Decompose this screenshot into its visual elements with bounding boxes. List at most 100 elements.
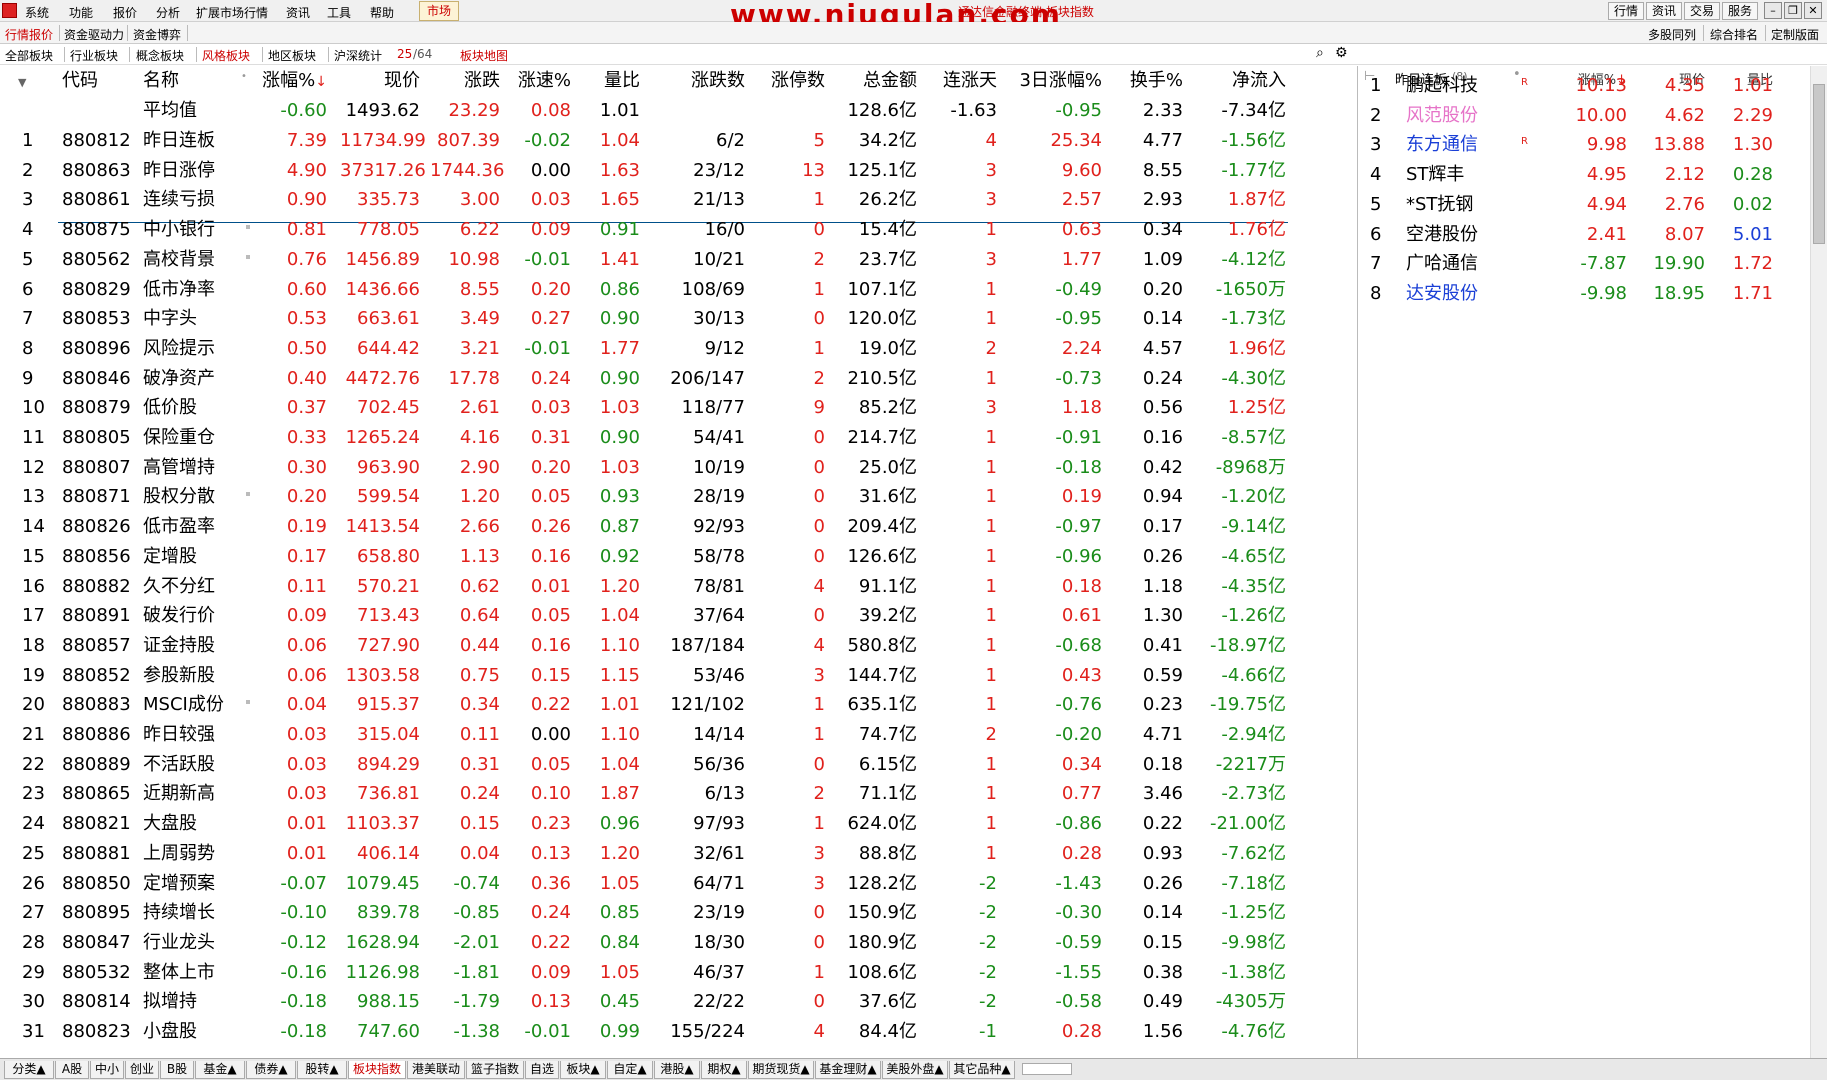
bottom-tab[interactable]: 港股▲ [654,1061,700,1079]
tab-industry-boards[interactable]: 行业板块 [70,47,118,64]
table-row[interactable]: 27 880895 持续增长 -0.10 839.78 -0.85 0.24 0.85 23/1… [0,898,1357,928]
col-updown[interactable]: 涨跌数 [655,70,745,92]
tab-quotes[interactable]: 行情报价 [5,26,53,43]
top-button-quotes[interactable]: 行情 [1608,2,1644,20]
tab-fund-game[interactable]: 资金博弈 [133,26,181,43]
table-row[interactable]: 13 880871 股权分散 0.20 599.54 1.20 0.05 0.93 28/19 0… [0,482,1357,512]
tab-region-boards[interactable]: 地区板块 [268,47,316,64]
tab-shsz-stats[interactable]: 沪深统计 [334,47,382,64]
col-turnover[interactable]: 换手% [1105,70,1183,92]
bottom-tab[interactable]: 其它品种▲ [949,1061,1015,1079]
bottom-tab[interactable]: 板块指数 [348,1061,406,1079]
col-name[interactable]: 名称 [143,70,179,92]
bottom-tab[interactable]: 创业 [125,1061,159,1079]
table-row[interactable]: 5 880562 高校背景 0.76 1456.89 10.98 -0.01 1.41 10/2… [0,245,1357,275]
menu-item-help[interactable]: 帮助 [370,4,394,21]
table-row[interactable]: 22 880889 不活跃股 0.03 894.29 0.31 0.05 1.04 56/36 0… [0,750,1357,780]
bottom-tab[interactable]: 分类▲ [4,1061,54,1079]
gear-icon[interactable]: ⚙ [1335,45,1348,61]
table-row[interactable]: 3 880861 连续亏损 0.90 335.73 3.00 0.03 1.65 21/13 1 2… [0,185,1357,215]
col-code[interactable]: 代码 [62,70,98,92]
tab-board-map[interactable]: 板块地图 [460,47,508,64]
table-row[interactable]: 16 880882 久不分红 0.11 570.21 0.62 0.01 1.20 78/81 4… [0,572,1357,602]
table-row[interactable]: 18 880857 证金持股 0.06 727.90 0.44 0.16 1.10 187/18… [0,631,1357,661]
col-netflow[interactable]: 净流入 [1185,70,1286,92]
bottom-tab[interactable]: 自定▲ [607,1061,653,1079]
bottom-tab[interactable]: 基金理财▲ [815,1061,881,1079]
panel-row[interactable]: 5 *ST抚钢 4.94 2.76 0.02 [1358,190,1811,220]
col-price[interactable]: 现价 [340,70,420,92]
panel-row[interactable]: 6 空港股份 2.41 8.07 5.01 [1358,220,1811,250]
bottom-tab[interactable]: 美股外盘▲ [882,1061,948,1079]
tab-all-boards[interactable]: 全部板块 [5,47,53,64]
col-chg[interactable]: 涨幅%↓ [255,70,327,93]
bottom-tab[interactable]: 债券▲ [246,1061,296,1079]
table-row[interactable]: 11 880805 保险重仓 0.33 1265.24 4.16 0.31 0.90 54/41… [0,423,1357,453]
tab-concept-boards[interactable]: 概念板块 [136,47,184,64]
col-speed[interactable]: 涨速% [500,70,571,92]
bottom-tab[interactable]: 板块▲ [560,1061,606,1079]
panel-row[interactable]: 4 ST辉丰 4.95 2.12 0.28 [1358,160,1811,190]
table-row[interactable]: 2 880863 昨日涨停 4.90 37317.26 1744.36 0.00 1.63 23… [0,156,1357,186]
table-row[interactable]: 30 880814 拟增持 -0.18 988.15 -1.79 0.13 0.45 22/22… [0,987,1357,1017]
table-row[interactable]: 25 880881 上周弱势 0.01 406.14 0.04 0.13 1.20 32/61 3… [0,839,1357,869]
sort-menu-icon[interactable]: ▼ [18,72,26,94]
search-icon[interactable]: ⌕ [1316,45,1324,61]
bottom-tab[interactable]: 篮子指数 [466,1061,524,1079]
menu-item-quote[interactable]: 报价 [113,4,137,21]
panel-row[interactable]: 2 风范股份 10.00 4.62 2.29 [1358,101,1811,131]
col-amount[interactable]: 总金额 [825,70,917,92]
col-limitup[interactable]: 涨停数 [745,70,825,92]
col-days[interactable]: 连涨天 [920,70,997,92]
table-row[interactable]: 20 880883 MSCI成份 0.04 915.37 0.34 0.22 1.01 121/… [0,690,1357,720]
table-row[interactable]: 12 880807 高管增持 0.30 963.90 2.90 0.20 1.03 10/19 0… [0,453,1357,483]
table-row[interactable]: 8 880896 风险提示 0.50 644.42 3.21 -0.01 1.77 9/12 1 1… [0,334,1357,364]
table-row[interactable]: 7 880853 中字头 0.53 663.61 3.49 0.27 0.90 30/13 0 12… [0,304,1357,334]
bottom-tab[interactable]: A股 [55,1061,89,1079]
panel-row[interactable]: 3 东方通信 R 9.98 13.88 1.30 [1358,130,1811,160]
table-row[interactable]: 26 880850 定增预案 -0.07 1079.45 -0.74 0.36 1.05 64/… [0,869,1357,899]
bottom-tab[interactable]: B股 [160,1061,194,1079]
tab-multi-stock[interactable]: 多股同列 [1648,26,1696,43]
market-button[interactable]: 市场 [419,1,459,21]
bottom-tab[interactable]: 股转▲ [297,1061,347,1079]
top-button-trade[interactable]: 交易 [1684,2,1720,20]
table-row[interactable]: 29 880532 整体上市 -0.16 1126.98 -1.81 0.09 1.05 46/… [0,958,1357,988]
top-button-news[interactable]: 资讯 [1646,2,1682,20]
col-volume-ratio[interactable]: 量比 [580,70,640,92]
panel-row[interactable]: 8 达安股份 -9.98 18.95 1.71 [1358,279,1811,309]
vertical-scrollbar[interactable] [1810,66,1827,1058]
table-row[interactable]: 31 880823 小盘股 -0.18 747.60 -1.38 -0.01 0.99 155/… [0,1017,1357,1047]
menu-item-function[interactable]: 功能 [69,4,93,21]
table-row[interactable]: 15 880856 定增股 0.17 658.80 1.13 0.16 0.92 58/78 0 1… [0,542,1357,572]
menu-item-news[interactable]: 资讯 [286,4,310,21]
panel-row[interactable]: 7 广哈通信 -7.87 19.90 1.72 [1358,249,1811,279]
menu-item-analysis[interactable]: 分析 [156,4,180,21]
scrollbar-thumb[interactable] [1813,84,1825,244]
table-row[interactable]: 6 880829 低市净率 0.60 1436.66 8.55 0.20 0.86 108/69… [0,275,1357,305]
col-chg3[interactable]: 3日涨幅% [1000,70,1102,92]
tab-style-boards[interactable]: 风格板块 [202,47,250,64]
bottom-tab[interactable]: 期货现货▲ [748,1061,814,1079]
menu-item-system[interactable]: 系统 [25,4,49,21]
panel-row[interactable]: 1 鹏起科技 R 10.13 4.35 1.01 [1358,71,1811,101]
table-row[interactable]: 23 880865 近期新高 0.03 736.81 0.24 0.10 1.87 6/13 2 7… [0,779,1357,809]
bottom-tab[interactable]: 期权▲ [701,1061,747,1079]
restore-icon[interactable]: ❐ [1784,2,1802,19]
table-row[interactable]: 10 880879 低价股 0.37 702.45 2.61 0.03 1.03 118/77 9… [0,393,1357,423]
menu-item-extended-market[interactable]: 扩展市场行情 [196,4,268,21]
tab-ranking[interactable]: 综合排名 [1710,26,1758,43]
bottom-tab[interactable]: 自选 [525,1061,559,1079]
table-row[interactable]: 4 880875 中小银行 0.81 778.05 6.22 0.09 0.91 16/0 0 15… [0,215,1357,245]
menu-item-tools[interactable]: 工具 [327,4,351,21]
minimize-icon[interactable]: – [1764,2,1782,19]
table-row[interactable]: 28 880847 行业龙头 -0.12 1628.94 -2.01 0.22 0.84 18/… [0,928,1357,958]
table-row[interactable]: 21 880886 昨日较强 0.03 315.04 0.11 0.00 1.10 14/14 1… [0,720,1357,750]
col-delta[interactable]: 涨跌 [430,70,500,92]
tab-fund-drive[interactable]: 资金驱动力 [64,26,124,43]
table-row[interactable]: 24 880821 大盘股 0.01 1103.37 0.15 0.23 0.96 97/93 1… [0,809,1357,839]
tab-custom-layout[interactable]: 定制版面 [1771,26,1819,43]
horizontal-scrollbar[interactable] [1022,1063,1072,1075]
table-row[interactable]: 19 880852 参股新股 0.06 1303.58 0.75 0.15 1.15 53/46… [0,661,1357,691]
bottom-tab[interactable]: 基金▲ [195,1061,245,1079]
